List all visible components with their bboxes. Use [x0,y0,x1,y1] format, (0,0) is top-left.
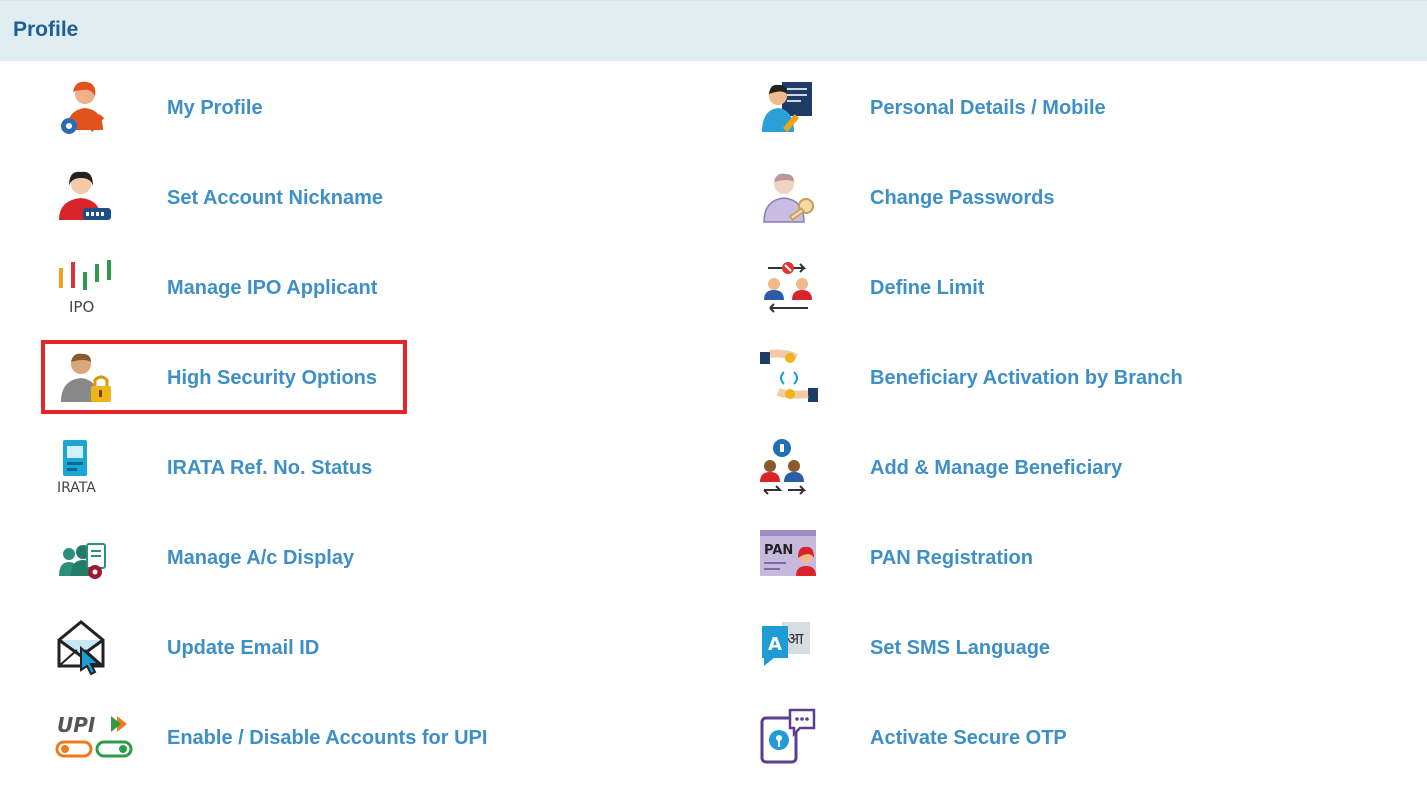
menu-item-label: My Profile [167,97,263,119]
menu-item-label: Beneficiary Activation by Branch [870,367,1183,389]
menu-item-label: IRATA Ref. No. Status [167,457,373,479]
menu-item-update-email-id[interactable]: Update Email ID [55,618,395,686]
menu-item-label: Define Limit [870,277,985,299]
ipo-icon-text: IPO [69,298,94,316]
user-key-icon [760,168,820,228]
menu-item-define-limit[interactable]: Define Limit [760,258,1120,326]
menu-item-manage-ac-display[interactable]: Manage A/c Display [55,528,395,596]
menu-item-change-passwords[interactable]: Change Passwords [760,168,1120,236]
menu-item-manage-ipo-applicant[interactable]: IPO Manage IPO Applicant [55,258,395,326]
menu-item-label: Activate Secure OTP [870,727,1067,749]
menu-item-irata-ref-no-status[interactable]: IRATA IRATA Ref. No. Status [55,438,395,506]
pan-icon-text: PAN [764,543,793,558]
irata-icon-text: IRATA [57,480,96,496]
users-clipboard-gear-icon [55,528,115,588]
atm-machine-icon: IRATA [55,438,115,498]
menu-item-pan-registration[interactable]: PAN PAN Registration [760,528,1120,596]
menu-item-my-profile[interactable]: My Profile [55,78,355,146]
beneficiary-people-icon [760,438,820,498]
menu-item-label: Set SMS Language [870,637,1051,659]
menu-item-label: Manage IPO Applicant [167,277,378,299]
menu-item-label: Manage A/c Display [167,547,355,569]
users-exchange-limit-icon [760,258,820,318]
page-title: Profile [13,18,79,41]
language-translate-icon: आ A [760,618,820,678]
profile-header: Profile [0,0,1427,61]
menu-item-label: Set Account Nickname [167,187,383,209]
menu-item-set-sms-language[interactable]: आ A Set SMS Language [760,618,1120,686]
user-lock-icon [55,348,115,408]
menu-item-label: Update Email ID [167,637,320,659]
menu-item-label: Personal Details / Mobile [870,97,1106,119]
menu-item-personal-details-mobile[interactable]: Personal Details / Mobile [760,78,1120,146]
upi-toggle-icon: UPI [55,708,133,768]
menu-item-label: Add & Manage Beneficiary [870,457,1123,479]
menu-item-label: High Security Options [167,367,378,389]
user-gear-edit-icon [55,78,115,138]
menu-item-label: Enable / Disable Accounts for UPI [167,727,488,749]
pan-card-icon: PAN [760,528,820,588]
sms-language-text: A [768,634,782,655]
coin-transfer-icon [760,348,820,408]
envelope-cursor-icon [55,618,115,678]
menu-item-label: Change Passwords [870,187,1055,209]
menu-item-enable-disable-upi[interactable]: UPI Enable / Disable Accounts for UPI [55,708,495,776]
user-nickname-icon [55,168,115,228]
mobile-otp-icon [760,708,820,768]
menu-item-high-security-options[interactable]: High Security Options [55,348,395,416]
ipo-chart-icon: IPO [55,258,115,318]
menu-item-beneficiary-activation-by-branch[interactable]: Beneficiary Activation by Branch [760,348,1220,416]
user-document-icon [760,78,820,138]
sms-language-alt-text: आ [787,629,804,648]
menu-item-set-account-nickname[interactable]: Set Account Nickname [55,168,395,236]
menu-item-label: PAN Registration [870,547,1033,569]
menu-item-activate-secure-otp[interactable]: Activate Secure OTP [760,708,1120,776]
menu-item-add-manage-beneficiary[interactable]: Add & Manage Beneficiary [760,438,1220,506]
upi-icon-text: UPI [57,713,96,737]
